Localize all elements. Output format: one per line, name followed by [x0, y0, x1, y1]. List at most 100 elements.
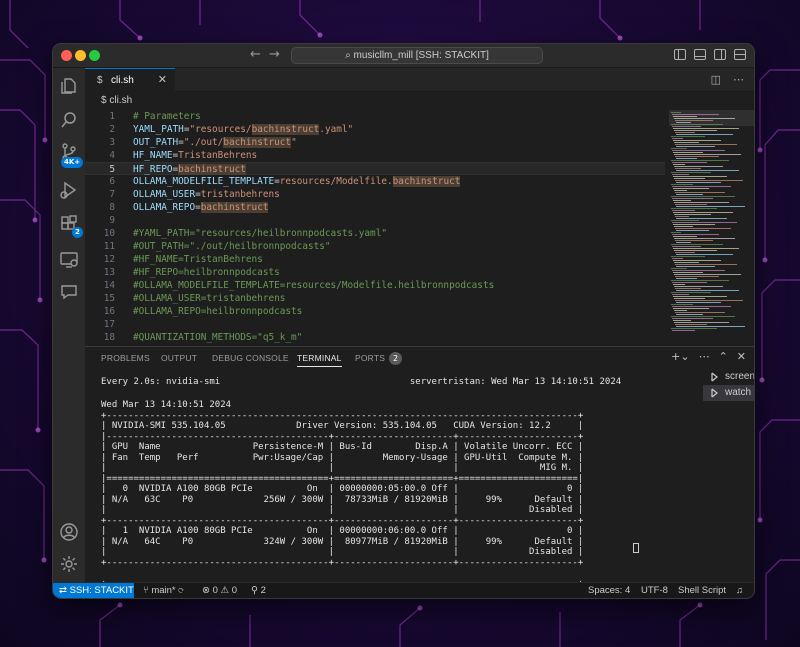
terminal-session-watch[interactable]: watch — [703, 385, 754, 401]
minimap-line — [672, 234, 719, 235]
minimap-line — [673, 176, 727, 177]
minimap[interactable] — [669, 110, 755, 346]
code-line[interactable]: 12 #HF_NAME=TristanBehrens — [85, 253, 665, 266]
code-text: YAML_PATH="resources/bachinstruct.yaml" — [133, 123, 353, 136]
tab-problems[interactable]: PROBLEMS — [101, 353, 150, 363]
code-line[interactable]: 7 OLLAMA_USER=tristanbehrens — [85, 188, 665, 201]
terminal-line: | | | Disabled | — [101, 547, 584, 557]
code-line[interactable]: 17 — [85, 318, 665, 331]
back-arrow-icon[interactable]: ← — [250, 47, 261, 62]
code-line[interactable]: 6 OLLAMA_MODELFILE_TEMPLATE=resources/Mod… — [85, 175, 665, 188]
code-line[interactable]: 15 #OLLAMA_USER=tristanbehrens — [85, 292, 665, 305]
customize-layout-icon[interactable] — [734, 49, 746, 60]
minimap-line — [673, 308, 709, 309]
code-line[interactable]: 10 #YAML_PATH="resources/heilbronnpodcast… — [85, 227, 665, 240]
code-text: OLLAMA_USER=tristanbehrens — [133, 188, 280, 201]
minimap-line — [671, 280, 729, 281]
code-token: = — [195, 202, 201, 213]
minimap-line — [673, 200, 691, 201]
minimap-line — [671, 292, 711, 293]
gear-icon[interactable] — [59, 554, 79, 574]
minimap-line — [675, 276, 719, 277]
more-actions-icon[interactable]: ⋯ — [733, 73, 744, 86]
code-line[interactable]: 8 OLLAMA_REPO=bachinstruct — [85, 201, 665, 214]
code-line[interactable]: 11 #OUT_PATH="./out/heilbronnpodcasts" — [85, 240, 665, 253]
minimap-line — [672, 330, 695, 331]
terminal-line: +---------------------------------------… — [101, 557, 584, 568]
code-token: #QUANTIZATION_METHODS="q5_k_m" — [133, 332, 303, 343]
tab-output[interactable]: OUTPUT — [161, 353, 197, 363]
ports-indicator[interactable]: ⚲ 2 — [251, 583, 266, 598]
code-token: #YAML_PATH="resources/heilbronnpodcasts.… — [133, 228, 387, 239]
language-mode-indicator[interactable]: Shell Script — [678, 583, 726, 598]
minimap-line — [676, 122, 691, 123]
account-icon[interactable] — [59, 522, 79, 542]
search-icon[interactable] — [59, 110, 79, 130]
code-token: bachinstruct — [178, 164, 246, 175]
tab-ports[interactable]: PORTS — [355, 353, 385, 363]
terminal-line: +---------------------------------------… — [101, 515, 584, 526]
minimap-line — [673, 188, 709, 189]
explorer-icon[interactable] — [59, 76, 79, 96]
code-line[interactable]: 3 OUT_PATH="./out/bachinstruct" — [85, 136, 665, 149]
code-line[interactable]: 14 #OLLAMA_MODELFILE_TEMPLATE=resources/M… — [85, 279, 665, 292]
line-number: 4 — [109, 150, 115, 161]
branch-indicator[interactable]: ⑂ main* ⟳ — [143, 583, 184, 598]
terminal-line: | Fan Temp Perf Pwr:Usage/Cap | Memory-U… — [101, 452, 584, 463]
terminal-output[interactable]: Every 2.0s: nvidia-smi servertristan: We… — [101, 377, 661, 589]
code-text: OUT_PATH="./out/bachinstruct" — [133, 136, 297, 149]
minimap-line — [672, 138, 683, 139]
maximize-panel-icon[interactable]: ⌃ — [719, 350, 728, 363]
breadcrumb[interactable]: $ cli.sh — [85, 92, 754, 110]
code-token: "resources/ — [189, 124, 252, 135]
comments-icon[interactable] — [59, 282, 79, 302]
remote-indicator[interactable]: ⇄ SSH: STACKIT — [53, 583, 134, 598]
code-line[interactable]: 18 #QUANTIZATION_METHODS="q5_k_m" — [85, 331, 665, 344]
maximize-window-button[interactable] — [89, 50, 100, 61]
code-text: HF_NAME=TristanBehrens — [133, 149, 257, 162]
terminal-line: | N/A 64C P0 324W / 300W | 80977MiB / 81… — [101, 536, 584, 547]
minimap-line — [672, 270, 725, 271]
close-panel-icon[interactable]: ✕ — [737, 350, 746, 363]
forward-arrow-icon[interactable]: → — [269, 47, 280, 62]
minimap-line — [671, 328, 717, 329]
terminal-session-screen[interactable]: screen — [703, 369, 754, 385]
code-line[interactable]: 2 YAML_PATH="resources/bachinstruct.yaml" — [85, 123, 665, 136]
minimap-line — [672, 114, 719, 115]
toggle-secondary-sidebar-icon[interactable] — [714, 49, 726, 60]
new-terminal-icon[interactable]: +⌄ — [671, 350, 689, 363]
toggle-panel-icon[interactable] — [694, 49, 706, 60]
code-line[interactable]: 4 HF_NAME=TristanBehrens — [85, 149, 665, 162]
minimap-line — [673, 236, 697, 237]
tab-terminal[interactable]: TERMINAL — [297, 353, 342, 367]
close-window-button[interactable] — [61, 50, 72, 61]
code-line[interactable]: 5 HF_REPO=bachinstruct — [85, 162, 665, 175]
minimap-line — [674, 118, 735, 119]
encoding-indicator[interactable]: UTF-8 — [641, 583, 668, 598]
minimap-line — [676, 134, 733, 135]
minimap-line — [673, 320, 691, 321]
code-line[interactable]: 9 — [85, 214, 665, 227]
notifications-bell-icon[interactable]: ♫ — [736, 583, 743, 598]
minimap-line — [671, 304, 693, 305]
close-tab-icon[interactable]: ✕ — [158, 69, 167, 92]
remote-icon: ⇄ — [59, 585, 70, 596]
minimap-line — [676, 146, 715, 147]
run-debug-icon[interactable] — [59, 180, 79, 200]
problems-indicator[interactable]: ⊗ 0 ⚠ 0 — [202, 583, 237, 598]
code-line[interactable]: 16 #OLLAMA_REPO=heilbronnpodcasts — [85, 305, 665, 318]
toggle-sidebar-icon[interactable] — [674, 49, 686, 60]
tab-cli-sh[interactable]: $ cli.sh ✕ — [85, 68, 175, 92]
line-number: 8 — [109, 202, 115, 213]
code-editor[interactable]: 1 # Parameters 2 YAML_PATH="resources/bachi… — [85, 110, 665, 346]
more-actions-icon[interactable]: ⋯ — [699, 350, 710, 363]
split-editor-icon[interactable]: ◫ — [711, 73, 721, 86]
minimize-window-button[interactable] — [75, 50, 86, 61]
indentation-indicator[interactable]: Spaces: 4 — [588, 583, 630, 598]
code-line[interactable]: 1 # Parameters — [85, 110, 665, 123]
tab-debug-console[interactable]: DEBUG CONSOLE — [212, 353, 289, 363]
code-line[interactable]: 13 #HF_REPO=heilbronnpodcasts — [85, 266, 665, 279]
command-center[interactable]: ⌕ musicllm_mill [SSH: STACKIT] — [291, 47, 543, 64]
remote-explorer-icon[interactable] — [59, 250, 79, 270]
code-token: " — [291, 137, 297, 148]
